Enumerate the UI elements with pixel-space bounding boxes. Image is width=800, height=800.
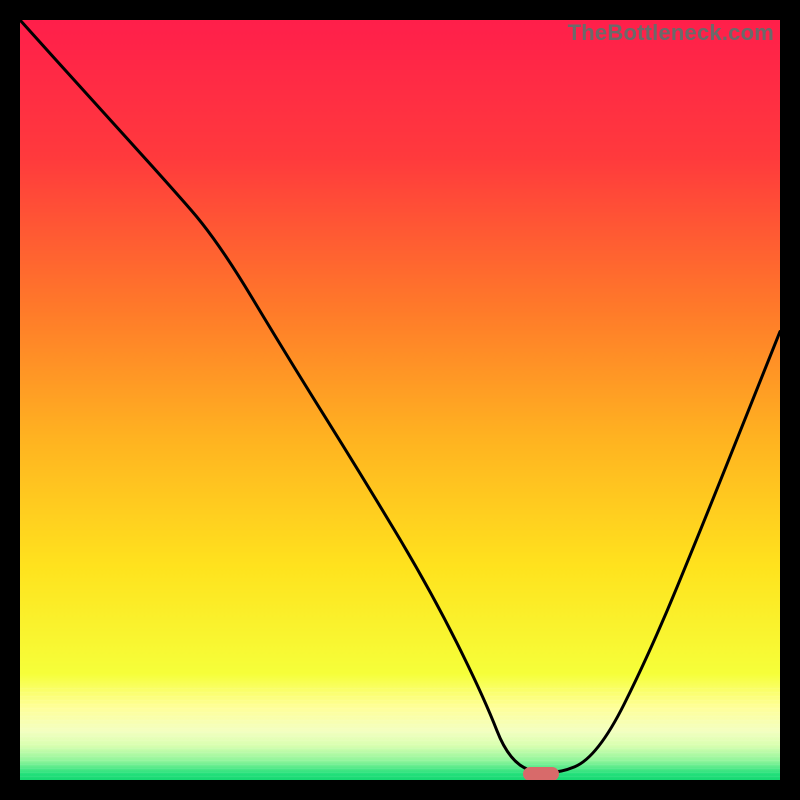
optimal-marker [523,767,559,780]
watermark-text: TheBottleneck.com [568,20,774,46]
curve-path [20,20,780,773]
bottleneck-curve [20,20,780,780]
chart-frame: TheBottleneck.com [0,0,800,800]
plot-area: TheBottleneck.com [20,20,780,780]
